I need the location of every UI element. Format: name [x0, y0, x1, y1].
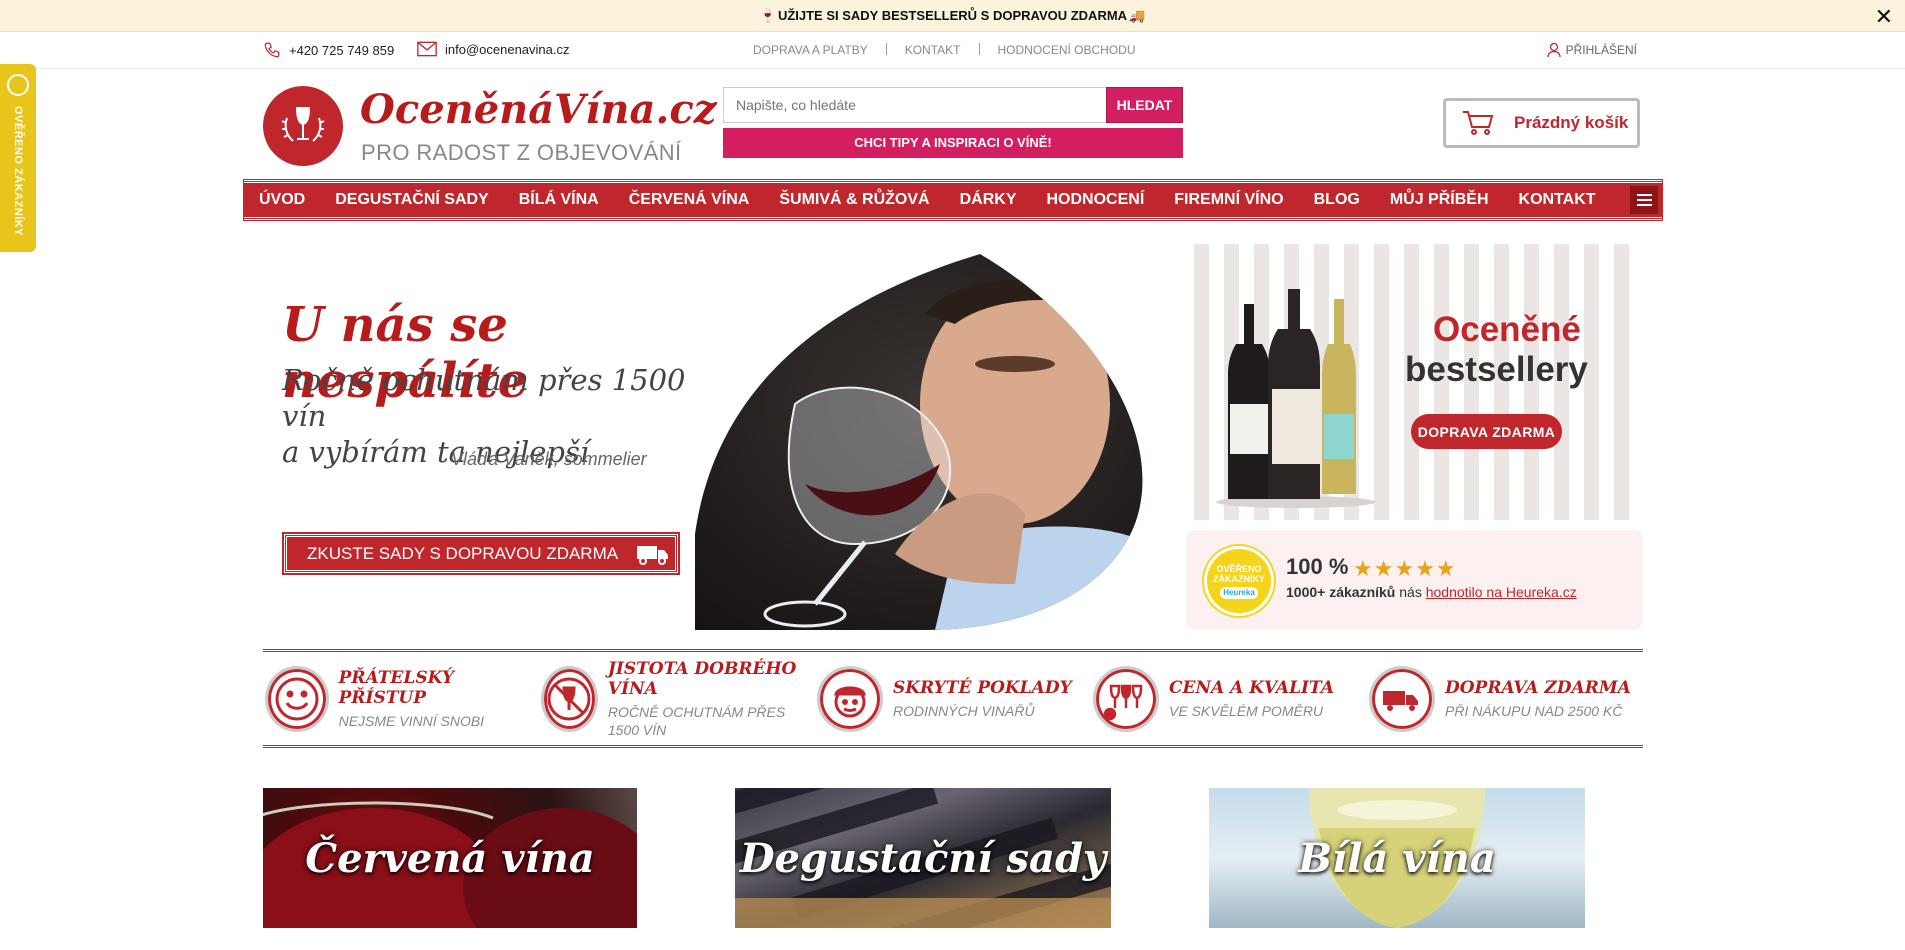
usp-item: DOPRAVA ZDARMA PŘI NÁKUPU NAD 2500 KČ	[1367, 652, 1643, 745]
usp-subtitle: NEJSME VINNÍ SNOBI	[338, 712, 485, 729]
hamburger-menu-icon[interactable]	[1630, 186, 1658, 214]
category-tile-red-wines[interactable]: Červená vína	[263, 788, 637, 928]
cart-button[interactable]: Prázdný košík	[1443, 98, 1640, 148]
star-rating-icon: ★★★★★	[1353, 556, 1457, 581]
menu-item-tasting-sets[interactable]: DEGUSTAČNÍ SADY	[320, 191, 504, 209]
usp-subtitle: RODINNÝCH VINAŘŮ	[893, 702, 1035, 719]
category-label: Červená vína	[305, 834, 595, 882]
menu-item-blog[interactable]: BLOG	[1299, 191, 1375, 209]
login-link[interactable]: PŘIHLÁŠENÍ	[1546, 42, 1637, 58]
search-button[interactable]: HLEDAT	[1106, 87, 1183, 123]
usp-title: SKRYTÉ POKLADY	[893, 677, 1072, 698]
search-form: HLEDAT	[723, 87, 1183, 123]
free-shipping-button[interactable]: DOPRAVA ZDARMA	[1411, 414, 1562, 449]
usp-item: JISTOTA DOBRÉHO VÍNA ROČNĚ OCHUTNÁM PŘES …	[539, 652, 815, 745]
usp-strip: PŘÁTELSKÝ PŘÍSTUP NEJSME VINNÍ SNOBI JIST…	[263, 649, 1643, 748]
wine-bottles-image	[1216, 289, 1376, 508]
tagline: PRO RADOST Z OBJEVOVÁNÍ	[361, 140, 682, 165]
rating-percent: 100 %	[1286, 554, 1349, 579]
email-contact[interactable]: info@ocenenavina.cz	[417, 41, 570, 57]
rating-text-mid: nás	[1399, 584, 1422, 600]
menu-item-corporate-wine[interactable]: FIREMNÍ VÍNO	[1159, 191, 1298, 209]
seal-text-2: ZÁKAZNÍKY	[1213, 573, 1265, 584]
menu-item-home[interactable]: ÚVOD	[244, 191, 320, 209]
hero-cta-label: ZKUSTE SADY S DOPRAVOU ZDARMA	[307, 543, 619, 563]
phone-icon	[264, 42, 280, 58]
no-spill-icon	[541, 665, 598, 732]
user-icon	[1546, 42, 1561, 58]
usp-item: SKRYTÉ POKLADY RODINNÝCH VINAŘŮ	[815, 652, 1091, 745]
rating-text: 1000+ zákazníků nás hodnotilo na Heureka…	[1286, 584, 1577, 600]
menu-item-contact[interactable]: KONTAKT	[1504, 191, 1611, 209]
bestsellers-banner[interactable]: Oceněné bestsellery DOPRAVA ZDARMA	[1186, 244, 1635, 520]
heureka-seal[interactable]: OVĚŘENO ZÁKAZNÍKY Heureka	[1204, 546, 1274, 616]
main-menu: ÚVOD DEGUSTAČNÍ SADY BÍLÁ VÍNA ČERVENÁ V…	[244, 180, 1662, 220]
bestsellers-title-2: bestsellery	[1405, 350, 1588, 389]
menu-item-reviews[interactable]: HODNOCENÍ	[1031, 191, 1159, 209]
top-nav: DOPRAVA A PLATBY KONTAKT HODNOCENÍ OBCHO…	[735, 43, 1154, 57]
usp-subtitle: PŘI NÁKUPU NAD 2500 KČ	[1445, 702, 1623, 719]
usp-item: PŘÁTELSKÝ PŘÍSTUP NEJSME VINNÍ SNOBI	[263, 652, 539, 745]
heureka-seal-icon	[7, 74, 29, 96]
usp-title: JISTOTA DOBRÉHO VÍNA	[607, 658, 797, 699]
announcement-bar: 🍷 UŽIJTE SI SADY BESTSELLERŮ S DOPRAVOU …	[0, 0, 1905, 32]
smiley-icon	[265, 665, 329, 732]
close-icon[interactable]: ✕	[1875, 4, 1893, 30]
announcement-text: UŽIJTE SI SADY BESTSELLERŮ S DOPRAVOU ZD…	[777, 8, 1128, 23]
seal-brand: Heureka	[1220, 586, 1258, 599]
category-tile-white-wines[interactable]: Bílá vína	[1209, 788, 1585, 928]
menu-item-sparkling-rose[interactable]: ŠUMIVÁ & RŮŽOVÁ	[764, 191, 944, 209]
customers-count: 1000+ zákazníků	[1286, 584, 1396, 600]
verified-customers-tab[interactable]: OVĚŘENO ZÁKAZNÍKY	[0, 64, 36, 252]
usp-title: PŘÁTELSKÝ PŘÍSTUP	[338, 667, 455, 708]
usp-title: CENA A KVALITA	[1169, 677, 1334, 698]
cart-label: Prázdný košík	[1514, 113, 1629, 132]
hero-cta-button[interactable]: ZKUSTE SADY S DOPRAVOU ZDARMA	[284, 534, 678, 573]
top-nav-contact[interactable]: KONTAKT	[887, 43, 979, 57]
phone-number: +420 725 749 859	[289, 42, 395, 58]
heureka-rating-box: OVĚŘENO ZÁKAZNÍKY Heureka 100 % ★★★★★ 10…	[1186, 530, 1643, 630]
truck-icon: 🚚	[1129, 7, 1146, 23]
usp-item: CENA A KVALITA VE SKVĚLÉM POMĚRU	[1091, 652, 1367, 745]
wine-glasses-icon	[1093, 665, 1159, 732]
hero-subtitle-line-1: Ročně ochutnám přes 1500 vín	[282, 363, 686, 433]
cart-icon	[1463, 111, 1494, 135]
brand-name[interactable]: OceněnáVína.cz	[360, 86, 716, 133]
usp-subtitle: ROČNĚ OCHUTNÁM PŘES 1500 VÍN	[607, 703, 786, 738]
mail-icon	[417, 41, 437, 57]
menu-item-gifts[interactable]: DÁRKY	[945, 191, 1032, 209]
menu-item-white-wines[interactable]: BÍLÁ VÍNA	[504, 191, 614, 209]
usp-subtitle: VE SKVĚLÉM POMĚRU	[1169, 702, 1324, 719]
login-label: PŘIHLÁŠENÍ	[1565, 43, 1637, 57]
hero-signature: Vláďa Vaněk, sommelier	[451, 449, 647, 469]
usp-title: DOPRAVA ZDARMA	[1445, 677, 1631, 698]
heureka-link[interactable]: hodnotilo na Heureka.cz	[1426, 584, 1577, 600]
side-badge-label: OVĚŘENO ZÁKAZNÍKY	[12, 106, 24, 237]
seal-text-1: OVĚŘENO	[1216, 563, 1262, 574]
winemaker-icon	[817, 665, 883, 732]
sommelier-photo	[695, 254, 1143, 630]
tips-button[interactable]: CHCI TIPY A INSPIRACI O VÍNĚ!	[723, 128, 1183, 158]
email-address: info@ocenenavina.cz	[445, 41, 570, 57]
menu-item-red-wines[interactable]: ČERVENÁ VÍNA	[614, 191, 765, 209]
contact-bar: +420 725 749 859 info@ocenenavina.cz DOP…	[0, 33, 1905, 69]
hero-banner[interactable]: U nás se nespálíte Ročně ochutnám přes 1…	[244, 235, 694, 635]
delivery-truck-icon	[1369, 665, 1435, 732]
category-tile-tasting-sets[interactable]: Degustační sady	[735, 788, 1111, 928]
menu-item-my-story[interactable]: MŮJ PŘÍBĚH	[1375, 191, 1504, 209]
top-nav-reviews[interactable]: HODNOCENÍ OBCHODU	[980, 43, 1154, 57]
logo[interactable]	[263, 86, 343, 166]
wine-glass-icon: 🍷	[759, 7, 776, 23]
category-label: Bílá vína	[1298, 834, 1496, 882]
bestsellers-title-1: Oceněné	[1433, 310, 1581, 349]
search-input[interactable]	[723, 87, 1106, 123]
category-label: Degustační sady	[739, 834, 1107, 882]
top-nav-shipping[interactable]: DOPRAVA A PLATBY	[735, 43, 886, 57]
wine-glass-wreath-icon	[281, 107, 325, 142]
delivery-truck-icon	[637, 545, 669, 565]
phone-contact[interactable]: +420 725 749 859	[263, 41, 394, 59]
